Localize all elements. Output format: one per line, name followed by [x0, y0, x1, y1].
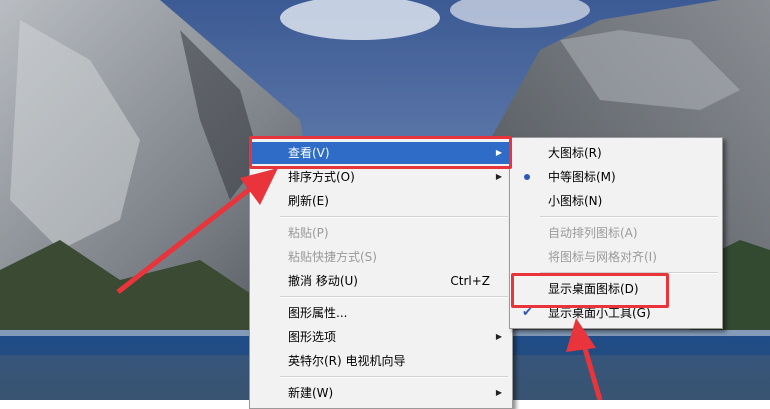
menu-separator — [280, 296, 508, 298]
submenu-item-label: 将图标与网格对齐(I) — [548, 250, 657, 264]
menu-item-undo-move[interactable]: 撤消 移动(U) Ctrl+Z — [252, 270, 510, 292]
shortcut-label: Ctrl+Z — [450, 274, 490, 288]
menu-item-refresh[interactable]: 刷新(E) — [252, 190, 510, 212]
menu-item-label: 撤消 移动(U) — [288, 274, 358, 288]
submenu-arrow-icon: ▶ — [495, 172, 502, 181]
menu-separator — [540, 216, 718, 218]
submenu-item-small-icons[interactable]: 小图标(N) — [512, 190, 720, 212]
menu-item-label: 英特尔(R) 电视机向导 — [288, 354, 406, 368]
menu-separator — [280, 376, 508, 378]
submenu-item-label: 大图标(R) — [548, 146, 602, 160]
menu-item-label: 粘贴(P) — [288, 226, 329, 240]
submenu-item-label: 自动排列图标(A) — [548, 226, 638, 240]
view-highlight-annotation — [249, 136, 512, 169]
menu-item-graphics-options[interactable]: 图形选项 ▶ — [252, 326, 510, 348]
submenu-item-auto-arrange-icons: 自动排列图标(A) — [512, 222, 720, 244]
menu-item-graphics-properties[interactable]: 图形属性... — [252, 302, 510, 324]
menu-item-sort-by[interactable]: 排序方式(O) ▶ — [252, 166, 510, 188]
submenu-arrow-icon: ▶ — [495, 332, 502, 341]
menu-item-label: 刷新(E) — [288, 194, 329, 208]
menu-item-paste-shortcut: 粘贴快捷方式(S) — [252, 246, 510, 268]
menu-item-label: 图形选项 — [288, 330, 337, 344]
radio-selected-icon — [524, 174, 530, 180]
submenu-item-large-icons[interactable]: 大图标(R) — [512, 142, 720, 164]
menu-separator — [280, 216, 508, 218]
submenu-item-align-icons-to-grid: 将图标与网格对齐(I) — [512, 246, 720, 268]
show-desktop-icons-annotation — [511, 273, 669, 308]
submenu-item-label: 中等图标(M) — [548, 170, 616, 184]
menu-item-new[interactable]: 新建(W) ▶ — [252, 382, 510, 404]
submenu-item-label: 小图标(N) — [548, 194, 603, 208]
menu-item-label: 图形属性... — [288, 306, 348, 320]
menu-item-label: 排序方式(O) — [288, 170, 355, 184]
desktop-context-menu: 查看(V) ▶ 排序方式(O) ▶ 刷新(E) 粘贴(P) 粘贴快捷方式(S) 撤消 移动(U… — [249, 137, 513, 409]
submenu-item-medium-icons[interactable]: 中等图标(M) — [512, 166, 720, 188]
menu-item-intel-tv-wizard[interactable]: 英特尔(R) 电视机向导 — [252, 350, 510, 372]
menu-item-label: 新建(W) — [288, 386, 334, 400]
menu-item-label: 粘贴快捷方式(S) — [288, 250, 377, 264]
menu-item-paste: 粘贴(P) — [252, 222, 510, 244]
submenu-arrow-icon: ▶ — [495, 388, 502, 397]
